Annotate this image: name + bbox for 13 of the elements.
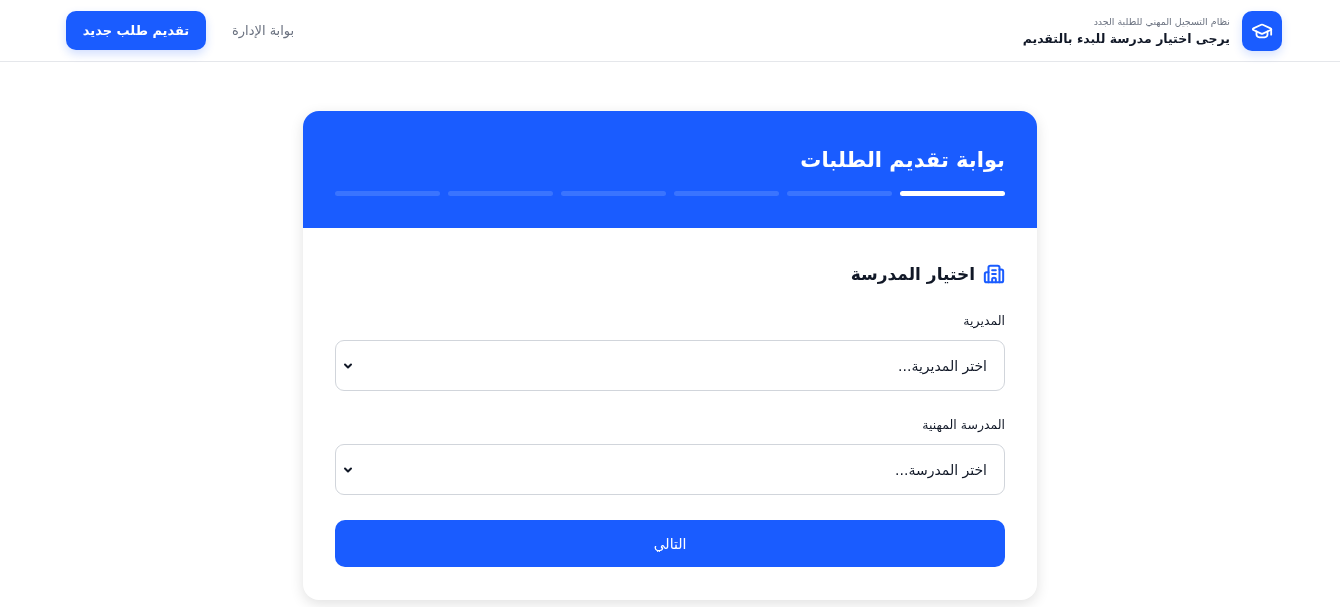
app-subtitle: نظام التسجيل المهني للطلبة الجدد [1092,14,1230,28]
section-title: اختيار المدرسة [850,263,975,286]
admin-portal-link[interactable]: بوابة الإدارة [232,23,295,38]
dropdown-select[interactable]: اختر المدرسة... [335,444,1005,495]
app-title: يرجى اختيار مدرسة للبدء بالتقديم [1022,29,1230,47]
graduation-cap-icon [1242,10,1282,51]
new-application-button[interactable]: تقديم طلب جديد [66,11,206,50]
next-button[interactable]: التالي [335,520,1005,567]
card-title: بوابة تقديم الطلبات [799,147,1005,174]
field-label: المدرسة المهنية [922,416,1005,434]
building-icon [983,263,1005,285]
dropdown-select[interactable]: اختر المديرية... [335,340,1005,391]
field-label: المديرية [963,312,1005,331]
